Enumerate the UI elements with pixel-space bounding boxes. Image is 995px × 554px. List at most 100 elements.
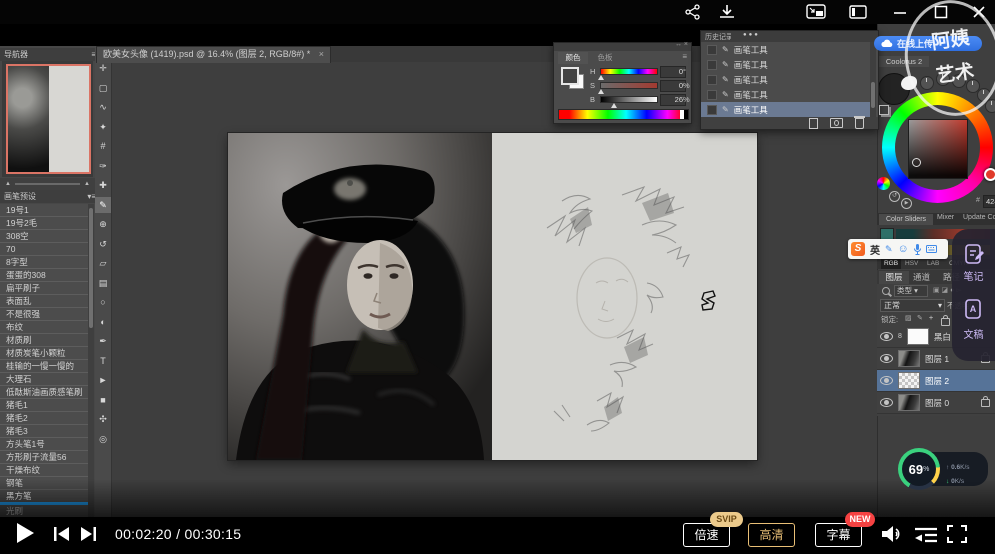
document-view[interactable] <box>228 133 757 460</box>
close-icon[interactable] <box>970 4 988 20</box>
coolorus-knob[interactable] <box>936 72 950 86</box>
navigator-zoom-slider[interactable] <box>15 183 80 185</box>
layer-visibility-toggle[interactable] <box>880 354 893 363</box>
brush-preset-item[interactable]: 不是很强 <box>0 308 88 321</box>
brush-preset-item[interactable]: 桂输的一慢一慢的 <box>0 360 88 373</box>
reset-icon[interactable]: ↺ <box>889 191 900 202</box>
color-panel-grip[interactable]: ↔ × <box>554 43 691 51</box>
layer-blend-select[interactable]: 正常▾ <box>880 299 945 312</box>
brush-preset-item[interactable]: 低酞斯油画质感笔刷 <box>0 386 88 399</box>
brush-preset-item[interactable]: 干燥布纹 <box>0 464 88 477</box>
coolorus-tab[interactable]: Coolorus 2 <box>879 56 929 67</box>
ime-logo[interactable]: S <box>851 242 865 256</box>
dodge-tool[interactable]: ◐ <box>95 314 111 330</box>
history-source-checkbox[interactable] <box>707 90 717 100</box>
navigator-thumbnail[interactable] <box>6 64 91 174</box>
history-scrollbar[interactable] <box>870 42 876 117</box>
brush-preset-item[interactable]: 猪毛2 <box>0 412 88 425</box>
mini-color-wheel-icon[interactable] <box>877 177 890 190</box>
history-source-checkbox[interactable] <box>707 75 717 85</box>
history-step[interactable]: ✎画笔工具 <box>701 42 870 57</box>
layer-thumbnail[interactable] <box>898 350 920 367</box>
lasso-tool[interactable]: ∿ <box>95 99 111 115</box>
swatch-stack-icon[interactable] <box>879 105 889 115</box>
history-brush-tool[interactable]: ↺ <box>95 236 111 252</box>
history-panel-header[interactable]: 历史记录 ●●● <box>701 31 878 42</box>
scrollbar-thumb[interactable] <box>89 208 93 328</box>
hex-input[interactable]: 424242 <box>983 195 995 208</box>
tab-color[interactable]: 颜色 <box>558 52 588 64</box>
brush-preset-item[interactable]: 19号1 <box>0 204 88 217</box>
hand-tool[interactable]: ✣ <box>95 411 111 427</box>
color-spectrum-bar[interactable] <box>558 109 689 120</box>
tab-hsv[interactable]: HSV <box>905 259 918 269</box>
lock-all-icon[interactable] <box>941 318 950 326</box>
maximize-icon[interactable] <box>932 4 950 20</box>
share-icon[interactable] <box>684 4 702 20</box>
lock-transparency-icon[interactable]: ▨ <box>905 314 912 324</box>
eraser-tool[interactable]: ▱ <box>95 255 111 271</box>
eyedropper-tool[interactable]: ✑ <box>95 158 111 174</box>
quality-button[interactable]: 高清 <box>748 523 795 547</box>
volume-button[interactable] <box>880 523 904 545</box>
history-source-checkbox[interactable] <box>707 105 717 115</box>
sv-marker[interactable] <box>912 158 921 167</box>
minimize-icon[interactable] <box>891 4 909 20</box>
brush-preset-item[interactable]: 猪毛3 <box>0 425 88 438</box>
tab-update[interactable]: Update Cool <box>963 214 995 221</box>
crop-tool[interactable]: # <box>95 138 111 154</box>
playlist-button[interactable] <box>913 526 939 544</box>
brush-preset-item[interactable]: 19号2毛 <box>0 217 88 230</box>
brush-preset-item[interactable]: 70 <box>0 243 88 256</box>
download-icon[interactable] <box>718 4 736 20</box>
brightness-slider-handle[interactable] <box>611 103 617 108</box>
theater-mode-icon[interactable] <box>849 4 867 20</box>
lock-position-icon[interactable]: + <box>929 314 933 324</box>
coolorus-knob[interactable] <box>985 99 995 113</box>
docs-item[interactable]: A <box>963 298 985 320</box>
layer-thumbnail[interactable] <box>898 394 920 411</box>
keyboard-icon[interactable] <box>926 245 937 253</box>
healing-tool[interactable]: ✚ <box>95 177 111 193</box>
saturation-slider[interactable] <box>600 82 658 89</box>
layer-visibility-toggle[interactable] <box>880 398 893 407</box>
tab-layers[interactable]: 图层 <box>879 271 909 284</box>
filter-type-select[interactable]: 类型 ▾ <box>894 285 928 297</box>
next-episode-button[interactable] <box>79 526 97 542</box>
black-swatch[interactable] <box>684 110 688 119</box>
brush-tool[interactable]: ✎ <box>95 197 111 213</box>
foreground-color-swatch[interactable] <box>561 67 579 85</box>
brush-panel-header[interactable]: 画笔预设 ▾≡ <box>0 190 99 203</box>
lock-pixels-icon[interactable]: ✎ <box>917 314 923 324</box>
zoom-tool[interactable]: ◎ <box>95 431 111 447</box>
tab-rgb[interactable]: RGB <box>881 259 901 269</box>
navigator-panel-header[interactable]: 导航器 ≡ <box>0 48 99 61</box>
tab-mixer[interactable]: Mixer <box>937 214 954 221</box>
history-step[interactable]: ✎画笔工具 <box>701 87 870 102</box>
fullscreen-button[interactable] <box>946 524 968 544</box>
ime-language-mode[interactable]: 英 <box>870 242 880 257</box>
brush-preset-item[interactable]: 布纹 <box>0 321 88 334</box>
hue-slider[interactable] <box>600 68 658 75</box>
scrollbar-thumb[interactable] <box>871 82 875 108</box>
history-source-checkbox[interactable] <box>707 45 717 55</box>
brush-preset-item[interactable]: 方头笔1号 <box>0 438 88 451</box>
handwriting-icon[interactable]: ✎ <box>885 244 893 254</box>
notes-item[interactable] <box>963 243 985 265</box>
brush-preset-item[interactable]: 大理石 <box>0 373 88 386</box>
coolorus-knob[interactable] <box>920 76 934 90</box>
docs-label[interactable]: 文稿 <box>952 326 995 341</box>
play-icon[interactable]: ▶ <box>901 198 912 209</box>
microphone-icon[interactable] <box>914 244 921 255</box>
delete-state-icon[interactable] <box>855 118 864 129</box>
sketch-canvas[interactable] <box>492 133 757 460</box>
new-snapshot-icon[interactable] <box>830 118 843 128</box>
clone-stamp-tool[interactable]: ⊕ <box>95 216 111 232</box>
tab-lab[interactable]: LAB <box>927 259 939 269</box>
zoom-in-icon[interactable]: ▲ <box>84 181 90 187</box>
hue-slider-handle[interactable] <box>598 75 604 80</box>
brush-preset-item[interactable]: 扁平刷子 <box>0 282 88 295</box>
pen-tool[interactable]: ✒ <box>95 333 111 349</box>
progress-gauge[interactable]: 69 % <box>898 448 940 490</box>
coolorus-knob[interactable] <box>952 74 966 88</box>
